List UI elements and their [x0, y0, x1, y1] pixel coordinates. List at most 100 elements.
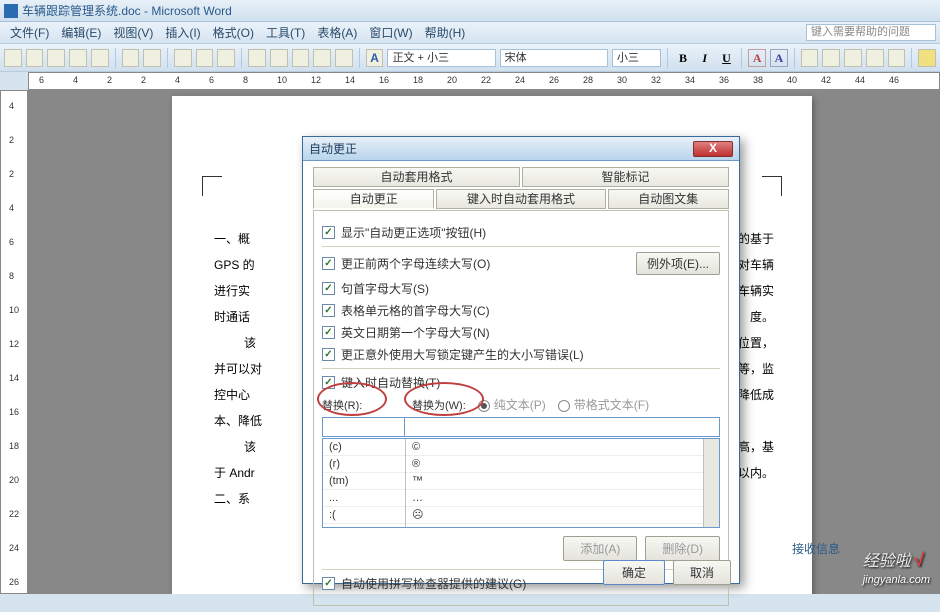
radio-formatted[interactable]	[558, 400, 570, 412]
menu-insert[interactable]: 插入(I)	[159, 22, 206, 43]
dialog-footer: 确定 取消	[303, 561, 739, 583]
bold-button[interactable]: B	[674, 49, 692, 67]
replacewith-label: 替换为(W):	[412, 397, 466, 413]
dialog-titlebar[interactable]: 自动更正 X	[303, 137, 739, 161]
menu-format[interactable]: 格式(O)	[207, 22, 260, 43]
vertical-ruler[interactable]: 422468101214161820222426	[0, 90, 28, 594]
toolbar-btn[interactable]	[47, 49, 65, 67]
replace-list[interactable]: (c) (r) (tm) ... :( © ® ™ … ☹	[322, 438, 720, 528]
tab-autoformat[interactable]: 自动套用格式	[313, 167, 520, 187]
style-icon[interactable]: A	[366, 49, 384, 67]
list-item[interactable]: ®	[406, 456, 703, 473]
delete-button[interactable]: 删除(D)	[645, 536, 720, 561]
list-item[interactable]: …	[406, 490, 703, 507]
toolbar-btn[interactable]	[122, 49, 140, 67]
toolbar-btn[interactable]	[313, 49, 331, 67]
tab-autoformat-typing[interactable]: 键入时自动套用格式	[436, 189, 605, 209]
checkbox[interactable]	[322, 282, 335, 295]
separator	[911, 48, 912, 68]
help-search-input[interactable]: 键入需要帮助的问题	[806, 24, 936, 41]
italic-button[interactable]: I	[696, 49, 714, 67]
menu-tools[interactable]: 工具(T)	[260, 22, 311, 43]
options-group: 显示"自动更正选项"按钮(H) 更正前两个字母连续大写(O)例外项(E)... …	[313, 210, 729, 606]
toolbar-btn[interactable]	[217, 49, 235, 67]
menu-view[interactable]: 视图(V)	[107, 22, 159, 43]
radio-plaintext[interactable]	[478, 400, 490, 412]
align-btn[interactable]	[801, 49, 819, 67]
separator	[167, 48, 168, 68]
list-item[interactable]: (c)	[323, 439, 405, 456]
toolbar-btn[interactable]	[26, 49, 44, 67]
replace-header: 替换(R): 替换为(W): 纯文本(P) 带格式文本(F)	[322, 396, 720, 413]
separator	[359, 48, 360, 68]
menu-file[interactable]: 文件(F)	[4, 22, 55, 43]
checkbox-label: 更正前两个字母连续大写(O)	[341, 255, 490, 272]
font-dropdown[interactable]: 宋体	[500, 49, 608, 67]
align-btn[interactable]	[866, 49, 884, 67]
toolbar-btn[interactable]	[292, 49, 310, 67]
toolbar: A 正文 + 小三 宋体 小三 B I U A A	[0, 44, 940, 72]
toolbar-btn[interactable]	[143, 49, 161, 67]
toolbar-btn[interactable]	[4, 49, 22, 67]
tab-smarttags[interactable]: 智能标记	[522, 167, 729, 187]
checkbox[interactable]	[322, 376, 335, 389]
list-item[interactable]: ©	[406, 439, 703, 456]
align-btn[interactable]	[844, 49, 862, 67]
underline-button[interactable]: U	[718, 49, 736, 67]
highlighter-icon[interactable]	[918, 49, 936, 67]
checkbox[interactable]	[322, 257, 335, 270]
separator	[667, 48, 668, 68]
style-dropdown[interactable]: 正文 + 小三	[387, 49, 495, 67]
checkbox[interactable]	[322, 226, 335, 239]
watermark: 经验啦 √ jingyanla.com	[863, 547, 930, 586]
toolbar-btn[interactable]	[196, 49, 214, 67]
toolbar-btn[interactable]	[270, 49, 288, 67]
separator	[741, 48, 742, 68]
highlight-a[interactable]: A	[770, 49, 788, 67]
size-dropdown[interactable]: 小三	[612, 49, 661, 67]
font-color-a[interactable]: A	[748, 49, 766, 67]
replacewith-input[interactable]	[404, 417, 720, 437]
add-button[interactable]: 添加(A)	[563, 536, 637, 561]
replace-inputs	[322, 417, 720, 437]
tab-autocorrect[interactable]: 自动更正	[313, 189, 434, 209]
ruler-bar: 6422468101214161820222426283032343638404…	[0, 72, 940, 90]
menu-window[interactable]: 窗口(W)	[363, 22, 418, 43]
align-btn[interactable]	[822, 49, 840, 67]
toolbar-btn[interactable]	[174, 49, 192, 67]
toolbar-btn[interactable]	[91, 49, 109, 67]
menu-edit[interactable]: 编辑(E)	[55, 22, 107, 43]
toolbar-btn[interactable]	[335, 49, 353, 67]
cancel-button[interactable]: 取消	[673, 560, 731, 585]
side-text: 接收信息	[792, 540, 840, 557]
list-item[interactable]: ☹	[406, 507, 703, 524]
exceptions-button[interactable]: 例外项(E)...	[636, 252, 720, 275]
checkbox-label: 显示"自动更正选项"按钮(H)	[341, 224, 486, 241]
list-item[interactable]: (r)	[323, 456, 405, 473]
list-item[interactable]: ...	[323, 490, 405, 507]
checkbox[interactable]	[322, 348, 335, 361]
scrollbar[interactable]	[703, 439, 719, 527]
dialog-title: 自动更正	[309, 140, 357, 157]
replace-label: 替换(R):	[322, 397, 400, 413]
close-button[interactable]: X	[693, 141, 733, 157]
list-item[interactable]: (tm)	[323, 473, 405, 490]
toolbar-btn[interactable]	[248, 49, 266, 67]
checkbox-label: 句首字母大写(S)	[341, 280, 429, 297]
title-bar: 车辆跟踪管理系统.doc - Microsoft Word	[0, 0, 940, 22]
toolbar-btn[interactable]	[69, 49, 87, 67]
replace-input[interactable]	[322, 417, 405, 437]
checkbox[interactable]	[322, 304, 335, 317]
align-btn[interactable]	[888, 49, 906, 67]
tab-autotext[interactable]: 自动图文集	[608, 189, 729, 209]
horizontal-ruler[interactable]: 6422468101214161820222426283032343638404…	[28, 72, 940, 90]
menu-help[interactable]: 帮助(H)	[419, 22, 472, 43]
menu-table[interactable]: 表格(A)	[311, 22, 363, 43]
margin-corner	[202, 176, 222, 196]
checkbox[interactable]	[322, 326, 335, 339]
list-item[interactable]: :(	[323, 507, 405, 524]
window-title: 车辆跟踪管理系统.doc - Microsoft Word	[22, 2, 232, 19]
list-item[interactable]: ™	[406, 473, 703, 490]
ok-button[interactable]: 确定	[603, 560, 665, 585]
tab-row-bottom: 自动更正 键入时自动套用格式 自动图文集	[313, 189, 729, 209]
